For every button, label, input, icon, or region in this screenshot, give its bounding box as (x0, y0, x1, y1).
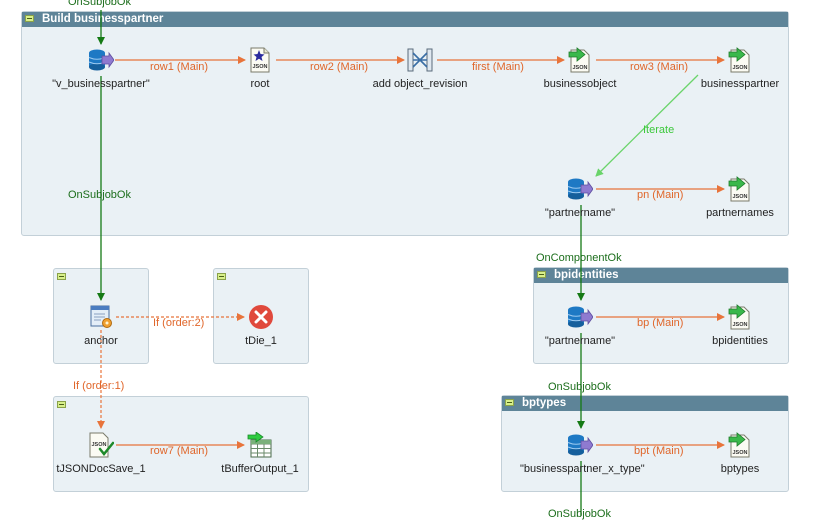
error-icon (248, 304, 274, 330)
component-partnername-1[interactable]: "partnername" (520, 176, 640, 219)
link-label-bottom-onsubjob: OnSubjobOk (548, 508, 611, 520)
component-bptypes[interactable]: JSON bptypes (680, 432, 800, 475)
component-label: "businesspartner_x_type" (520, 463, 645, 475)
svg-text:JSON: JSON (733, 450, 748, 456)
json-output-icon: JSON (567, 47, 593, 73)
anchor-icon (88, 304, 114, 330)
component-label: partnernames (706, 207, 774, 219)
component-partnernames[interactable]: JSON partnernames (680, 176, 800, 219)
component-label: anchor (84, 335, 118, 347)
link-label-oncomponent: OnComponentOk (536, 252, 622, 264)
database-input-icon (567, 304, 594, 330)
json-output-icon: JSON (727, 432, 753, 458)
json-save-icon: JSON (88, 432, 115, 458)
component-anchor[interactable]: anchor (41, 304, 161, 347)
component-label: tJSONDocSave_1 (56, 463, 146, 475)
component-label: root (250, 78, 270, 90)
link-label-if1: If (order:1) (73, 380, 125, 392)
svg-text:JSON: JSON (253, 64, 268, 70)
link-label-top-onsubjob: OnSubjobOk (68, 0, 131, 8)
json-output-icon: JSON (727, 304, 753, 330)
database-input-icon (567, 432, 594, 458)
map-icon (407, 47, 433, 73)
link-label-onsubjob-bptypes: OnSubjobOk (548, 381, 611, 393)
link-label-bp: bp (Main) (637, 317, 684, 329)
component-tjsondocsave[interactable]: JSON tJSONDocSave_1 (41, 432, 161, 475)
component-label: tDie_1 (245, 335, 277, 347)
link-label-bpt: bpt (Main) (634, 445, 684, 457)
component-label: businessobject (543, 78, 617, 90)
component-label: "partnername" (544, 335, 616, 347)
svg-text:JSON: JSON (733, 65, 748, 71)
component-root[interactable]: JSON root (200, 47, 320, 90)
component-v-businesspartner[interactable]: "v_businesspartner" (41, 47, 161, 90)
json-output-icon: JSON (727, 176, 753, 202)
component-label: businesspartner (700, 78, 780, 90)
component-tbufferoutput[interactable]: tBufferOutput_1 (200, 431, 320, 475)
component-add-object-revision[interactable]: add object_revision (360, 47, 480, 90)
component-label: tBufferOutput_1 (221, 463, 299, 475)
buffer-output-icon (247, 431, 273, 458)
component-businessobject[interactable]: JSON businessobject (520, 47, 640, 90)
component-label: bpidentities (712, 335, 768, 347)
json-star-icon: JSON (247, 47, 273, 73)
svg-text:JSON: JSON (573, 65, 588, 71)
component-partnername-2[interactable]: "partnername" (520, 304, 640, 347)
database-input-icon (567, 176, 594, 202)
link-label-pn: pn (Main) (637, 189, 684, 201)
component-label: add object_revision (372, 78, 468, 90)
component-bpidentities[interactable]: JSON bpidentities (680, 304, 800, 347)
component-businesspartner-x-type[interactable]: "businesspartner_x_type" (520, 432, 645, 475)
link-label-iterate: Iterate (643, 124, 675, 136)
component-tdie[interactable]: tDie_1 (201, 304, 321, 347)
component-businesspartner[interactable]: JSON businesspartner (680, 47, 800, 90)
svg-text:JSON: JSON (733, 194, 748, 200)
component-label: "v_businesspartner" (52, 78, 150, 90)
database-input-icon (88, 47, 115, 73)
json-output-icon: JSON (727, 47, 753, 73)
component-label: bptypes (720, 463, 760, 475)
link-label-onsubjob-mid: OnSubjobOk (68, 189, 131, 201)
component-label: "partnername" (544, 207, 616, 219)
svg-text:JSON: JSON (733, 322, 748, 328)
svg-text:JSON: JSON (92, 442, 107, 448)
